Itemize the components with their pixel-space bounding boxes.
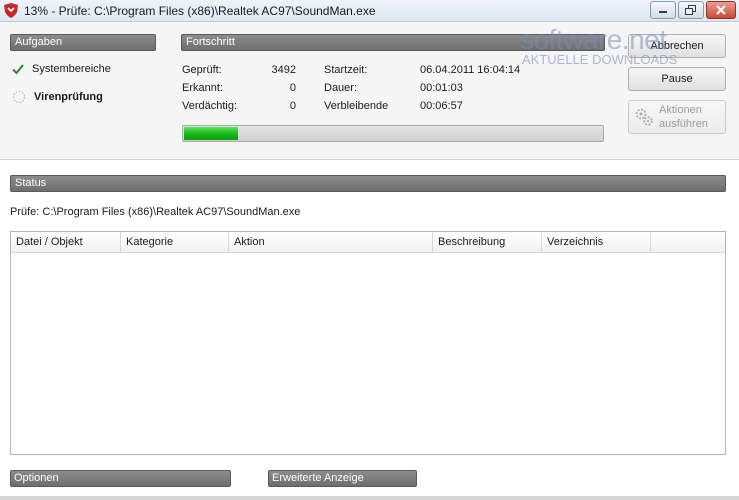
column-header-action[interactable]: Aktion: [229, 232, 433, 253]
shield-icon: [4, 3, 18, 18]
checked-label: Geprüft:: [182, 64, 222, 76]
task-label: Virenprüfung: [34, 91, 103, 103]
spinner-icon: [12, 90, 26, 104]
results-table-header: Datei / Objekt Kategorie Aktion Beschrei…: [11, 232, 725, 253]
column-header-description[interactable]: Beschreibung: [433, 232, 542, 253]
suspicious-value: 0: [289, 100, 296, 112]
task-virenpruefung: Virenprüfung: [12, 90, 103, 104]
minimize-icon: [659, 11, 667, 13]
status-header: Status: [10, 175, 726, 192]
remaining-value: 00:06:57: [420, 100, 463, 112]
duration-label: Dauer:: [324, 82, 358, 94]
remaining-label: Verbleibende: [324, 100, 389, 112]
found-label: Erkannt:: [182, 82, 223, 94]
options-toggle[interactable]: Optionen: [10, 470, 231, 487]
advanced-view-toggle[interactable]: Erweiterte Anzeige: [268, 470, 417, 487]
run-actions-button[interactable]: Aktionen ausführen: [628, 100, 726, 134]
close-button[interactable]: [706, 1, 736, 19]
duration-value: 00:01:03: [420, 82, 463, 94]
checked-value: 3492: [271, 64, 296, 76]
maximize-icon: [685, 5, 696, 15]
scan-progress-bar: [182, 125, 604, 142]
run-actions-label: Aktionen ausführen: [659, 104, 708, 130]
found-value: 0: [289, 82, 296, 94]
column-header-file[interactable]: Datei / Objekt: [11, 232, 121, 253]
cancel-button[interactable]: Abbrechen: [628, 34, 726, 58]
tasks-header: Aufgaben: [10, 34, 156, 51]
start-time-label: Startzeit:: [324, 64, 368, 76]
gears-icon: [635, 108, 653, 126]
progress-header: Fortschritt: [181, 34, 605, 51]
close-icon: [716, 5, 726, 15]
window-title: 13% - Prüfe: C:\Program Files (x86)\Real…: [24, 4, 376, 18]
results-table[interactable]: Datei / Objekt Kategorie Aktion Beschrei…: [10, 231, 726, 455]
scan-progress-fill: [184, 127, 238, 140]
current-file-path: Prüfe: C:\Program Files (x86)\Realtek AC…: [10, 206, 301, 218]
task-systembereiche: Systembereiche: [12, 63, 111, 75]
minimize-button[interactable]: [650, 1, 676, 19]
pause-button[interactable]: Pause: [628, 67, 726, 91]
suspicious-label: Verdächtig:: [182, 100, 238, 112]
bottom-divider: [0, 496, 739, 500]
column-header-directory[interactable]: Verzeichnis: [542, 232, 651, 253]
maximize-button[interactable]: [678, 1, 704, 19]
checkmark-icon: [12, 64, 24, 75]
task-label: Systembereiche: [32, 63, 111, 75]
start-time-value: 06.04.2011 16:04:14: [420, 64, 521, 76]
title-bar[interactable]: 13% - Prüfe: C:\Program Files (x86)\Real…: [0, 0, 739, 22]
column-header-category[interactable]: Kategorie: [121, 232, 229, 253]
